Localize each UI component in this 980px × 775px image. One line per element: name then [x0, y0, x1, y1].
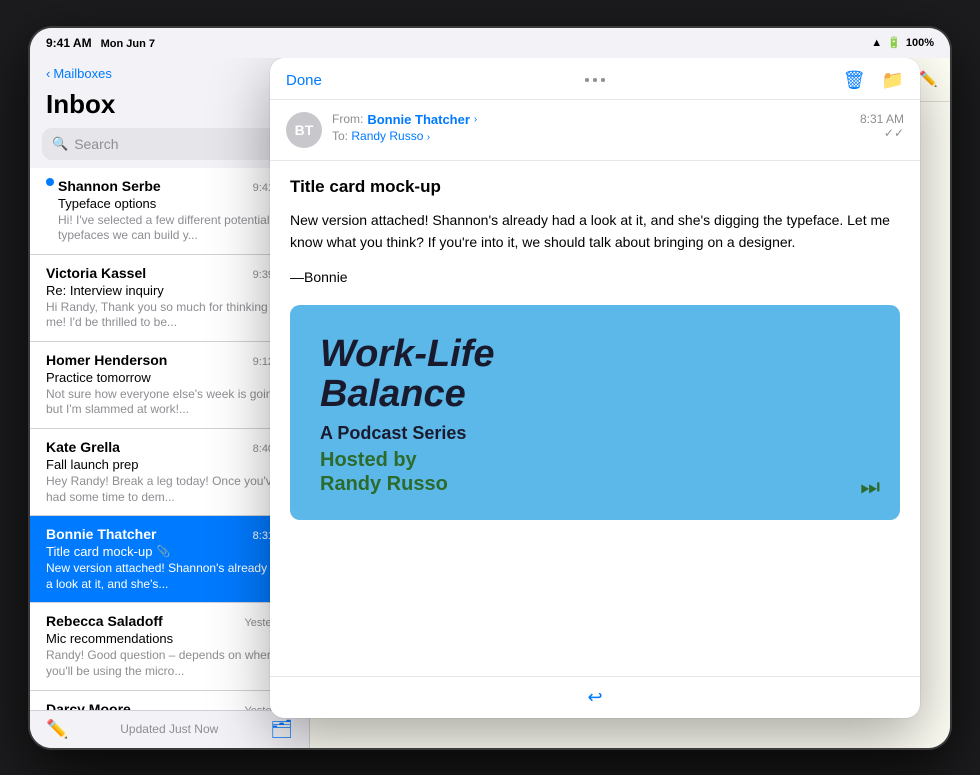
to-chevron-icon: ›	[427, 132, 430, 143]
status-right: ▲ 🔋 100%	[871, 36, 934, 49]
reply-icon[interactable]: ↩	[587, 687, 602, 708]
modal-toolbar: Done 🗑 📁	[270, 58, 920, 100]
mail-subject: Mic recommendations	[46, 631, 293, 646]
email-signature: —Bonnie	[290, 269, 900, 285]
status-time: 9:41 AM	[46, 36, 92, 50]
mail-item-selected[interactable]: Bonnie Thatcher 8:31 AM Title card mock-…	[30, 516, 309, 603]
from-name[interactable]: Bonnie Thatcher	[367, 112, 470, 127]
mail-preview: Randy! Good question – depends on where …	[46, 648, 293, 679]
mail-item[interactable]: Darcy Moore Yesterday Re: Paid promotion…	[30, 691, 309, 710]
status-time-area: 9:41 AM Mon Jun 7	[46, 36, 155, 50]
battery-icon: 🔋	[887, 36, 901, 49]
to-name[interactable]: Randy Russo	[351, 129, 423, 143]
battery-percent: 100%	[906, 37, 934, 49]
mailboxes-label: Mailboxes	[53, 66, 112, 81]
mail-preview: New version attached! Shannon's already …	[46, 561, 293, 592]
podcast-hosted: Hosted by Randy Russo	[320, 448, 870, 496]
inbox-title: Inbox	[30, 87, 309, 128]
compose-icon[interactable]: ✏️	[46, 719, 68, 740]
attachment-icon: 📎	[156, 545, 170, 558]
trash-icon[interactable]: 🗑	[843, 70, 866, 91]
done-button[interactable]: Done	[286, 72, 322, 89]
email-modal: Done 🗑 📁 BT From: Bonnie Thatcher ›	[270, 58, 920, 718]
search-icon: 🔍	[52, 136, 68, 152]
mail-subject: Typeface options	[58, 196, 293, 211]
wifi-icon: ▲	[871, 37, 882, 49]
mail-item[interactable]: Rebecca Saladoff Yesterday Mic recommend…	[30, 603, 309, 690]
mail-sender: Darcy Moore	[46, 701, 131, 710]
to-line: To: Randy Russo ›	[332, 129, 850, 143]
to-label: To:	[332, 129, 348, 143]
modal-actions: 🗑 📁	[843, 70, 904, 91]
footer-status: Updated Just Now	[120, 722, 218, 736]
podcast-card: Work-Life Balance A Podcast Series Hoste…	[290, 305, 900, 520]
podcast-subtitle: A Podcast Series	[320, 423, 870, 444]
mail-preview: Not sure how everyone else's week is goi…	[46, 387, 293, 418]
status-day: Mon Jun 7	[101, 38, 155, 50]
drag-handle	[585, 78, 605, 82]
email-from-info: From: Bonnie Thatcher › To: Randy Russo …	[332, 112, 850, 143]
mail-preview: Hi! I've selected a few different potent…	[58, 213, 293, 244]
read-checkmark-icon: ✓✓	[860, 126, 904, 140]
mail-item[interactable]: Homer Henderson 9:12 AM Practice tomorro…	[30, 342, 309, 429]
mail-subject: Re: Interview inquiry	[46, 283, 293, 298]
email-meta-right: 8:31 AM ✓✓	[860, 112, 904, 140]
email-timestamp: 8:31 AM	[860, 112, 904, 126]
email-body-text: New version attached! Shannon's already …	[290, 209, 900, 254]
email-subject: Title card mock-up	[290, 177, 900, 197]
mail-sender: Shannon Serbe	[58, 178, 161, 194]
mail-subject: Title card mock-up 📎	[46, 544, 293, 559]
mail-item[interactable]: Victoria Kassel 9:39 AM Re: Interview in…	[30, 255, 309, 342]
sender-avatar: BT	[286, 112, 322, 148]
search-bar[interactable]: 🔍 Search 🎙	[42, 128, 297, 160]
filter-icon[interactable]: 🗂	[270, 719, 293, 740]
mail-sender: Victoria Kassel	[46, 265, 146, 281]
mail-nav: ‹ Mailboxes Edit	[30, 58, 309, 87]
mail-footer: ✏️ Updated Just Now 🗂	[30, 710, 309, 748]
mail-panel: ‹ Mailboxes Edit Inbox 🔍 Search 🎙	[30, 58, 310, 748]
chevron-left-icon: ‹	[46, 66, 50, 81]
unread-indicator	[46, 178, 54, 186]
mailboxes-back-button[interactable]: ‹ Mailboxes	[46, 66, 112, 81]
status-bar: 9:41 AM Mon Jun 7 ▲ 🔋 100%	[30, 28, 950, 58]
email-header: BT From: Bonnie Thatcher › To: Randy Rus…	[270, 100, 920, 161]
mail-sender: Rebecca Saladoff	[46, 613, 163, 629]
mail-subject: Fall launch prep	[46, 457, 293, 472]
mail-preview: Hey Randy! Break a leg today! Once you'v…	[46, 474, 293, 505]
mail-sender: Kate Grella	[46, 439, 120, 455]
mail-list: Shannon Serbe 9:41 AM Typeface options H…	[30, 168, 309, 710]
folder-icon[interactable]: 📁	[882, 70, 904, 91]
mail-item[interactable]: Shannon Serbe 9:41 AM Typeface options H…	[30, 168, 309, 255]
mail-sender: Homer Henderson	[46, 352, 167, 368]
search-placeholder: Search	[74, 136, 264, 152]
mail-sender: Bonnie Thatcher	[46, 526, 156, 542]
mail-subject: Practice tomorrow	[46, 370, 293, 385]
from-chevron-icon: ›	[474, 114, 477, 125]
podcast-title-main: Work-Life Balance	[320, 335, 870, 415]
ipad-frame: 9:41 AM Mon Jun 7 ▲ 🔋 100% ‹ Mailboxes E…	[30, 28, 950, 748]
mail-item[interactable]: Kate Grella 8:40 AM Fall launch prep Hey…	[30, 429, 309, 516]
play-button[interactable]: ⏭	[860, 474, 880, 500]
email-reply-bar: ↩	[270, 676, 920, 718]
email-body: Title card mock-up New version attached!…	[270, 161, 920, 676]
mail-preview: Hi Randy, Thank you so much for thinking…	[46, 300, 293, 331]
from-label: From:	[332, 112, 363, 126]
